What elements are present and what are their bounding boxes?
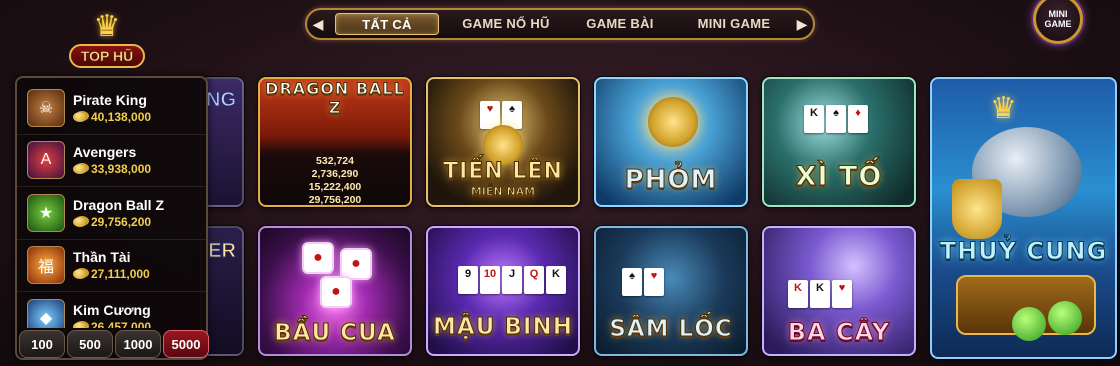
green-orb-icon (1048, 301, 1082, 335)
top-jackpot-title: TOP HŨ (68, 44, 146, 68)
playing-cards-icon: 9 10 J Q K (458, 266, 566, 294)
bet-5000-button[interactable]: 5000 (163, 330, 209, 358)
jackpot-value: 26,457,000 (91, 319, 152, 328)
partial-card-label: NG (206, 89, 237, 112)
green-orb-icon (1012, 307, 1046, 341)
than-tai-thumbnail: 福 (27, 246, 65, 285)
tien-len-subtitle: MIỀN NAM (470, 185, 536, 199)
game-card-mau-binh[interactable]: 9 10 J Q K MẬU BINH (426, 226, 580, 356)
jackpot-list[interactable]: ☠ Pirate King 40,138,000 A Avengers 33,9… (17, 82, 206, 328)
thuy-cung-title: THUỶ CUNG (939, 237, 1108, 266)
game-card-sam-loc[interactable]: ♠ ♥ SÂM LỐC (594, 226, 748, 356)
jackpot-5000: 29,756,200 (308, 194, 362, 206)
coin-icon (73, 269, 87, 280)
bet-500-button[interactable]: 500 (67, 330, 113, 358)
bet-level-selector: 100 500 1000 5000 (19, 330, 209, 358)
playing-cards-icon: K K ♥ (788, 280, 852, 308)
coin-icon (73, 111, 87, 122)
game-card-xi-to[interactable]: K ♠ ♦ XÌ TỐ (762, 77, 916, 207)
category-tabs: ◀ TẤT CẢ GAME NỔ HŨ GAME BÀI MINI GAME ▶ (305, 8, 815, 40)
jackpot-item-pirate-king[interactable]: ☠ Pirate King 40,138,000 (17, 82, 206, 135)
mau-binh-title: MẬU BINH (433, 314, 573, 341)
ba-cay-title: BA CÂY (787, 318, 891, 347)
game-card-phom[interactable]: PHỎM (594, 77, 748, 207)
game-card-thuy-cung[interactable]: ♛ THUỶ CUNG (930, 77, 1117, 359)
tien-len-title: TIẾN LÊN (443, 159, 563, 185)
jackpot-item-avengers[interactable]: A Avengers 33,938,000 (17, 135, 206, 187)
dragon-ball-jackpots: 532,724 2,736,290 15,222,400 29,756,200 (260, 155, 410, 206)
xi-to-title: XÌ TỐ (795, 161, 883, 193)
chevron-left-icon[interactable]: ◀ (307, 10, 329, 38)
partial-card-label: ER (208, 240, 237, 263)
pirate-king-thumbnail: ☠ (27, 88, 65, 127)
bau-cua-title: BẦU CUA (274, 320, 396, 347)
jackpot-name: Pirate King (73, 91, 147, 108)
tab-slot-games[interactable]: GAME NỔ HŨ (449, 13, 563, 35)
playing-cards-icon: K ♠ ♦ (804, 105, 868, 133)
jackpot-item-dragon-ball-z[interactable]: ★ Dragon Ball Z 29,756,200 (17, 187, 206, 240)
avengers-thumbnail: A (27, 141, 65, 180)
bet-100-button[interactable]: 100 (19, 330, 65, 358)
chevron-right-icon[interactable]: ▶ (791, 10, 813, 38)
dragon-ball-logo: DRAGON BALL Z (265, 79, 405, 118)
mini-game-label: MINI GAME (1044, 9, 1072, 29)
trophy-icon (952, 179, 1002, 239)
coin-icon (73, 321, 87, 328)
game-card-dragon-ball-z[interactable]: DRAGON BALL Z 532,724 2,736,290 15,222,4… (258, 77, 412, 207)
coin-icon (73, 164, 87, 175)
tab-all[interactable]: TẤT CẢ (335, 13, 439, 35)
jackpot-item-than-tai[interactable]: 福 Thần Tài 27,111,000 (17, 240, 206, 292)
mini-game-button[interactable]: MINI GAME (1033, 0, 1083, 44)
jackpot-name: Dragon Ball Z (73, 196, 165, 213)
gold-coin-stack-icon (648, 97, 698, 147)
jackpot-name: Thần Tài (73, 249, 131, 266)
jackpot-value: 33,938,000 (91, 162, 152, 177)
jackpot-item-kim-cuong[interactable]: ◆ Kim Cương 26,457,000 (17, 292, 206, 328)
jackpot-1000: 15,222,400 (308, 181, 362, 193)
tab-mini-games[interactable]: MINI GAME (677, 13, 791, 35)
dice-icon: ● (302, 242, 334, 274)
game-card-tien-len[interactable]: ♥ ♠ TIẾN LÊN MIỀN NAM (426, 77, 580, 207)
jackpot-name: Avengers (73, 144, 137, 161)
top-jackpot-logo: ♛ TOP HŨ (58, 12, 156, 82)
phom-title: PHỎM (624, 165, 718, 196)
crown-icon: ♛ (93, 10, 121, 43)
crown-icon: ♛ (990, 92, 1017, 125)
playing-cards-icon: ♠ ♥ (622, 268, 664, 296)
dragon-ball-thumbnail: ★ (27, 193, 65, 232)
jackpot-value: 40,138,000 (91, 109, 152, 124)
tab-card-games[interactable]: GAME BÀI (563, 13, 677, 35)
top-jackpot-panel: ☠ Pirate King 40,138,000 A Avengers 33,9… (15, 76, 209, 360)
dice-icon: ● (320, 276, 352, 308)
jackpot-value: 27,111,000 (91, 267, 150, 282)
coin-icon (73, 216, 87, 227)
game-card-bau-cua[interactable]: ● ● ● BẦU CUA (258, 226, 412, 356)
jackpot-name: Kim Cương (73, 301, 151, 318)
game-card-ba-cay[interactable]: K K ♥ BA CÂY (762, 226, 916, 356)
kim-cuong-thumbnail: ◆ (27, 298, 65, 328)
jackpot-100: 532,724 (316, 155, 354, 167)
jackpot-value: 29,756,200 (91, 214, 152, 229)
bet-1000-button[interactable]: 1000 (115, 330, 161, 358)
jackpot-500: 2,736,290 (311, 168, 359, 180)
sam-loc-title: SÂM LỐC (609, 316, 733, 343)
